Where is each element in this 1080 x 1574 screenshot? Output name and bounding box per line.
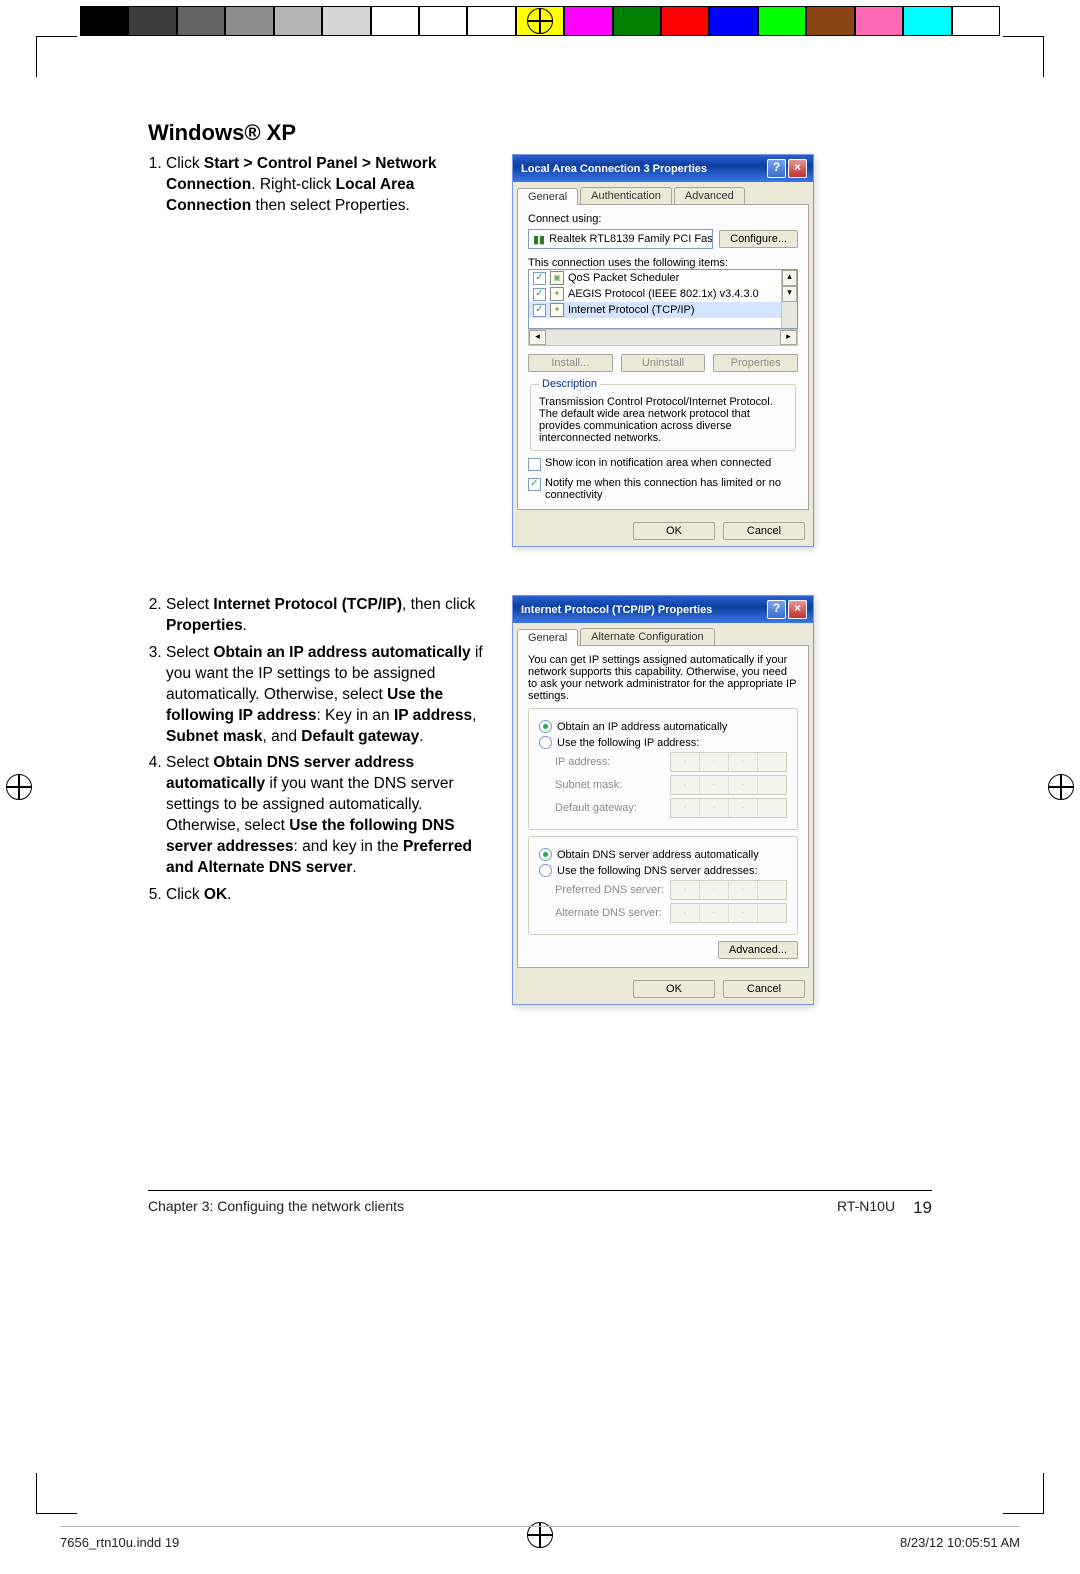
uninstall-button[interactable]: Uninstall [621, 354, 706, 372]
preferred-dns-input[interactable]: ... [670, 880, 787, 900]
list-item[interactable]: Internet Protocol (TCP/IP) [568, 304, 695, 316]
step-5: Click OK. [166, 885, 488, 906]
scrollbar-horizontal[interactable]: ◂ ▸ [528, 329, 798, 346]
subnet-mask-input[interactable]: ... [670, 775, 787, 795]
connect-using-label: Connect using: [528, 213, 798, 225]
description-group: Description Transmission Control Protoco… [530, 378, 796, 451]
instructions-block-1: Click Start > Control Panel > Network Co… [148, 154, 488, 547]
titlebar[interactable]: Internet Protocol (TCP/IP) Properties ? … [513, 596, 813, 623]
titlebar-close-button[interactable]: × [788, 600, 807, 619]
properties-button[interactable]: Properties [713, 354, 798, 372]
crop-mark [36, 36, 77, 77]
radio-label: Obtain DNS server address automatically [557, 849, 759, 861]
tab-altconfig[interactable]: Alternate Configuration [580, 628, 715, 645]
items-label: This connection uses the following items… [528, 257, 798, 269]
page-content: Windows® XP Click Start > Control Panel … [148, 120, 932, 1005]
install-button[interactable]: Install... [528, 354, 613, 372]
dns-group: Obtain DNS server address automatically … [528, 836, 798, 935]
tabstrip: General Alternate Configuration [513, 623, 813, 645]
ip-address-input[interactable]: ... [670, 752, 787, 772]
scrollbar-vertical[interactable]: ▴ ▾ [781, 270, 797, 328]
scroll-right-button[interactable]: ▸ [780, 330, 797, 345]
configure-button[interactable]: Configure... [719, 230, 798, 248]
crop-mark [36, 1473, 77, 1514]
titlebar-help-button[interactable]: ? [767, 600, 786, 619]
footer-chapter: Chapter 3: Configuing the network client… [148, 1198, 837, 1218]
checkbox-label: Show icon in notification area when conn… [545, 457, 771, 469]
scroll-down-button[interactable]: ▾ [782, 286, 797, 302]
titlebar[interactable]: Local Area Connection 3 Properties ? × [513, 155, 813, 182]
radio-static-ip[interactable] [539, 736, 552, 749]
advanced-button[interactable]: Advanced... [718, 941, 798, 959]
list-item[interactable]: QoS Packet Scheduler [568, 272, 679, 284]
titlebar-help-button[interactable]: ? [767, 159, 786, 178]
radio-auto-ip[interactable] [539, 720, 552, 733]
default-gateway-input[interactable]: ... [670, 798, 787, 818]
step-3: Select Obtain an IP address automaticall… [166, 643, 488, 748]
checkbox-show-icon[interactable] [528, 458, 541, 471]
field-label: IP address: [555, 756, 670, 768]
ok-button[interactable]: OK [633, 522, 715, 540]
dialog-lan-properties: Local Area Connection 3 Properties ? × G… [512, 154, 814, 547]
tab-general[interactable]: General [517, 188, 578, 205]
radio-auto-dns[interactable] [539, 848, 552, 861]
step-4: Select Obtain DNS server address automat… [166, 753, 488, 879]
page-footer: Chapter 3: Configuing the network client… [148, 1198, 932, 1218]
adapter-field: ▮▮ Realtek RTL8139 Family PCI Fast Eth [528, 229, 713, 249]
tabstrip: General Authentication Advanced [513, 182, 813, 204]
titlebar-close-button[interactable]: × [788, 159, 807, 178]
section-heading: Windows® XP [148, 120, 932, 146]
alternate-dns-input[interactable]: ... [670, 903, 787, 923]
list-item[interactable]: AEGIS Protocol (IEEE 802.1x) v3.4.3.0 [568, 288, 759, 300]
dialog-title: Internet Protocol (TCP/IP) Properties [521, 604, 712, 616]
instructions-block-2: Select Internet Protocol (TCP/IP), then … [148, 595, 488, 1005]
cancel-button[interactable]: Cancel [723, 522, 805, 540]
radio-label: Use the following IP address: [557, 737, 699, 749]
field-label: Subnet mask: [555, 779, 670, 791]
radio-label: Use the following DNS server addresses: [557, 865, 758, 877]
step-1: Click Start > Control Panel > Network Co… [166, 154, 488, 217]
crop-mark [1003, 36, 1044, 77]
slug-stamp: 8/23/12 10:05:51 AM [900, 1535, 1020, 1550]
ip-address-group: Obtain an IP address automatically Use t… [528, 708, 798, 830]
radio-static-dns[interactable] [539, 864, 552, 877]
components-listbox[interactable]: ✓▣QoS Packet Scheduler ✓✦AEGIS Protocol … [528, 269, 798, 329]
nic-icon: ▮▮ [533, 233, 545, 246]
cancel-button[interactable]: Cancel [723, 980, 805, 998]
tab-authentication[interactable]: Authentication [580, 187, 672, 204]
crop-mark [1003, 1473, 1044, 1514]
adapter-name: Realtek RTL8139 Family PCI Fast Eth [549, 233, 713, 245]
description-text: Transmission Control Protocol/Internet P… [539, 396, 787, 444]
field-label: Default gateway: [555, 802, 670, 814]
tab-advanced[interactable]: Advanced [674, 187, 745, 204]
footer-rule [148, 1190, 932, 1191]
tab-general[interactable]: General [517, 629, 578, 646]
ok-button[interactable]: OK [633, 980, 715, 998]
step-2: Select Internet Protocol (TCP/IP), then … [166, 595, 488, 637]
checkbox-notify[interactable]: ✓ [528, 478, 541, 491]
footer-page: 19 [913, 1198, 932, 1218]
description-legend: Description [539, 378, 600, 390]
tcpip-intro: You can get IP settings assigned automat… [528, 654, 798, 702]
scroll-left-button[interactable]: ◂ [529, 330, 546, 345]
field-label: Preferred DNS server: [555, 884, 670, 896]
scroll-up-button[interactable]: ▴ [782, 270, 797, 286]
dialog-tcpip-properties: Internet Protocol (TCP/IP) Properties ? … [512, 595, 814, 1005]
radio-label: Obtain an IP address automatically [557, 721, 727, 733]
slug-file: 7656_rtn10u.indd 19 [60, 1535, 900, 1550]
field-label: Alternate DNS server: [555, 907, 670, 919]
dialog-title: Local Area Connection 3 Properties [521, 163, 707, 175]
registration-mark-right [1048, 774, 1074, 800]
registration-mark-left [6, 774, 32, 800]
slug-line: 7656_rtn10u.indd 19 8/23/12 10:05:51 AM [60, 1526, 1020, 1550]
footer-model: RT-N10U [837, 1198, 895, 1218]
registration-mark-top [527, 8, 553, 34]
checkbox-label: Notify me when this connection has limit… [545, 477, 798, 501]
